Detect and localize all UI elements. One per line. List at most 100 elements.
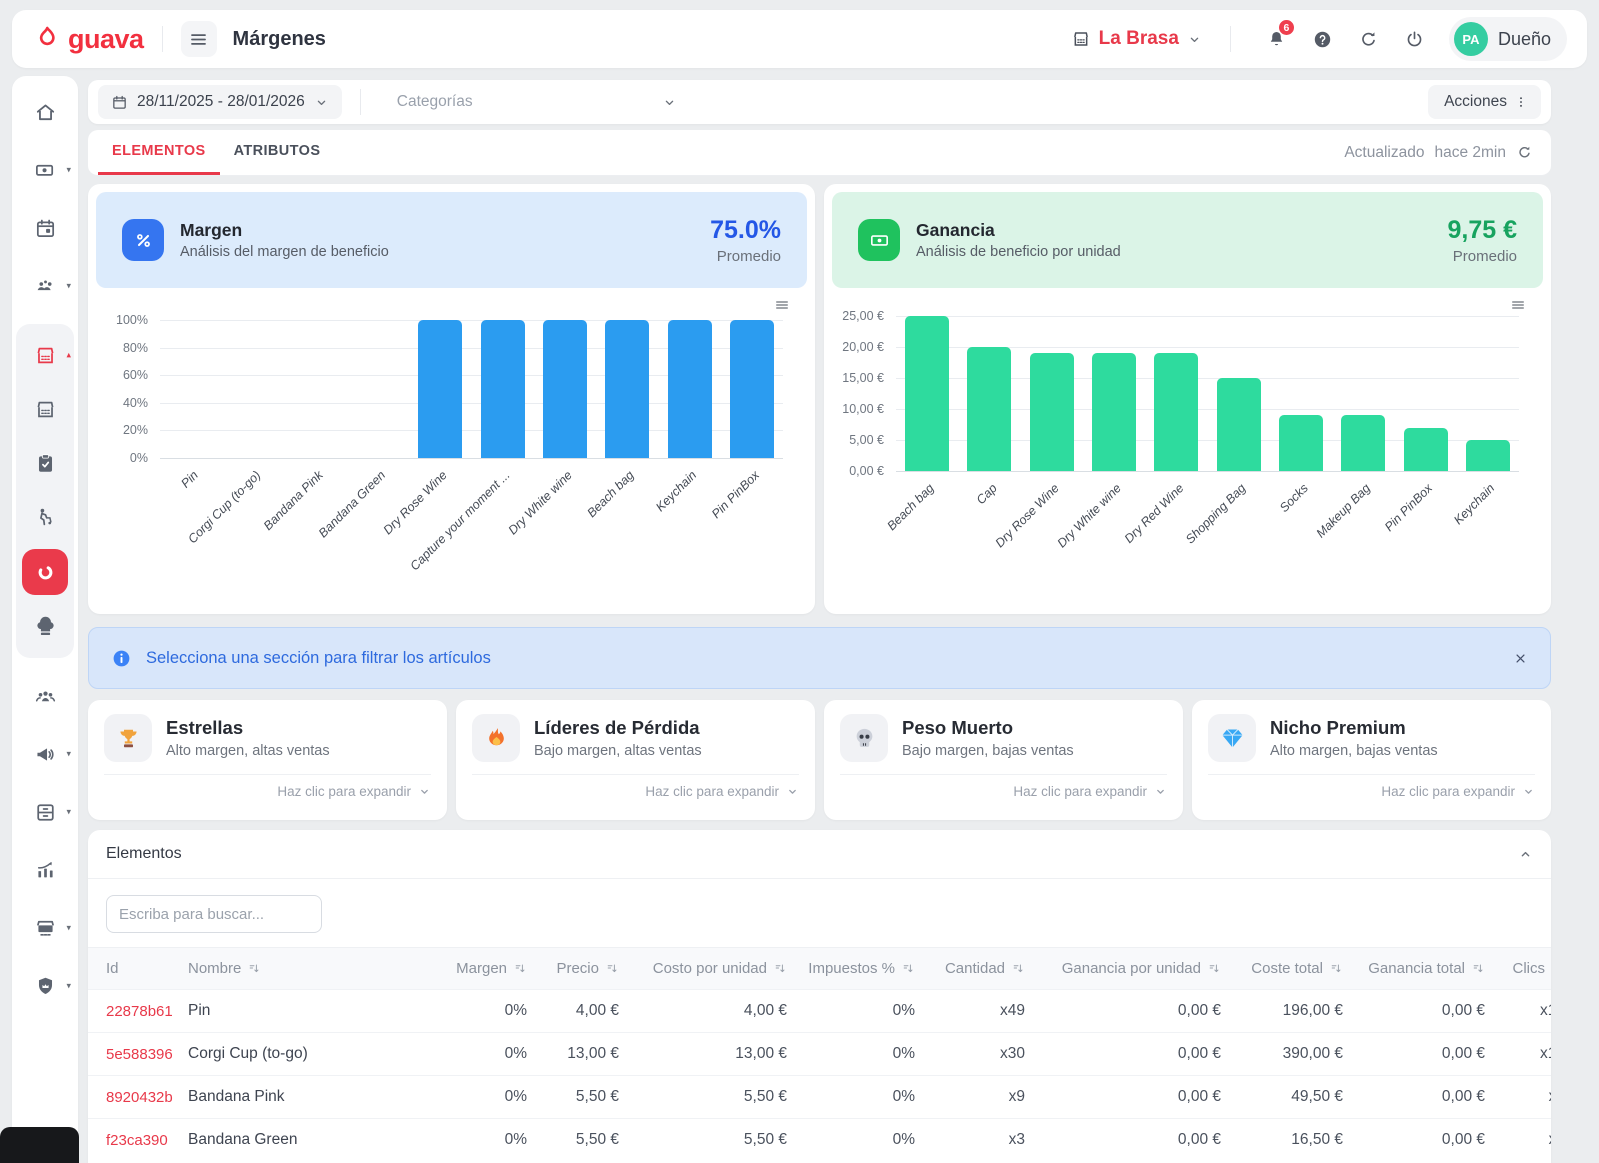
expand-label: Haz clic para expandir (645, 784, 779, 799)
menu-toggle-button[interactable] (181, 21, 217, 57)
table-row[interactable]: f23ca390Bandana Green0%5,50 €5,50 €0%x30… (88, 1119, 1551, 1162)
calendar-icon (34, 217, 57, 240)
sidebar-item-drawer[interactable]: ▾ (22, 790, 68, 834)
bar-pin-pinbox[interactable] (730, 320, 774, 458)
sidebar-item-calendar[interactable] (22, 206, 68, 250)
expand-toggle[interactable]: Haz clic para expandir (840, 774, 1167, 799)
collapse-section-button[interactable] (1518, 847, 1533, 862)
bar-keychain[interactable] (1466, 440, 1510, 471)
item-id-link[interactable]: 5e588396 (88, 1033, 180, 1076)
categories-select[interactable]: Categorías (397, 93, 677, 111)
search-input[interactable] (106, 895, 322, 933)
item-id-link[interactable]: 22878b61 (88, 990, 180, 1033)
column-header-nombre[interactable]: Nombre (180, 948, 435, 990)
quadrant-subtitle: Alto margen, altas ventas (166, 743, 330, 759)
caret-down-icon: ▾ (66, 749, 71, 760)
tab-atributos[interactable]: ATRIBUTOS (220, 130, 335, 175)
column-header-ganancia-total[interactable]: Ganancia total (1351, 948, 1493, 990)
user-menu[interactable]: PA Dueño (1449, 17, 1567, 61)
tab-elementos[interactable]: ELEMENTOS (98, 130, 220, 175)
column-label: Impuestos % (808, 960, 895, 977)
table-cell: x9 (1493, 1119, 1551, 1162)
sidebar-item-chef-hat[interactable] (22, 605, 68, 649)
sidebar-item-analytics[interactable] (22, 848, 68, 892)
column-header-coste-total[interactable]: Coste total (1229, 948, 1351, 990)
bar-beach-bag[interactable] (905, 316, 949, 471)
profit-chart-card: Ganancia Análisis de beneficio por unida… (824, 184, 1551, 614)
column-header-costo-por-unidad[interactable]: Costo por unidad (627, 948, 795, 990)
bar-dry-white-wine[interactable] (543, 320, 587, 458)
column-header-precio[interactable]: Precio (535, 948, 627, 990)
bar-dry-red-wine[interactable] (1154, 353, 1198, 471)
caret-down-icon: ▾ (66, 923, 71, 934)
bar-cap[interactable] (967, 347, 1011, 471)
chart-menu-button[interactable] (1509, 296, 1527, 314)
refresh-icon[interactable] (1516, 144, 1533, 161)
quadrant-top: Estrellas Alto margen, altas ventas (104, 714, 431, 762)
quadrant-subtitle: Bajo margen, bajas ventas (902, 743, 1074, 759)
logout-button[interactable] (1397, 21, 1433, 57)
refresh-button[interactable] (1351, 21, 1387, 57)
bar-socks[interactable] (1279, 415, 1323, 471)
bar-capture-your-moment-[interactable] (481, 320, 525, 458)
bar-pin-pinbox[interactable] (1404, 428, 1448, 471)
sidebar-item-store[interactable]: ▴ (22, 333, 68, 377)
bar-dry-rose-wine[interactable] (1030, 353, 1074, 471)
column-header-clics[interactable]: Clics (1493, 948, 1551, 990)
banner-close-button[interactable] (1513, 651, 1528, 666)
chevron-down-icon (1154, 785, 1167, 798)
sidebar-nav: ▾ ▾ ▴ ▾ ▾ ▾ ▾ (12, 76, 78, 1150)
sidebar-item-megaphone[interactable]: ▾ (22, 732, 68, 776)
sidebar-item-shopper[interactable] (22, 495, 68, 539)
actions-button[interactable]: Acciones (1428, 85, 1541, 119)
sidebar-item-shield[interactable]: ▾ (22, 964, 68, 1008)
bar-makeup-bag[interactable] (1341, 415, 1385, 471)
column-header-impuestos-%[interactable]: Impuestos % (795, 948, 923, 990)
sidebar-item-store[interactable] (22, 387, 68, 431)
bar-dry-rose-wine[interactable] (418, 320, 462, 458)
table-row[interactable]: 22878b61Pin0%4,00 €4,00 €0%x490,00 €196,… (88, 990, 1551, 1033)
table-cell: Bandana Green (180, 1119, 435, 1162)
sidebar-item-community[interactable] (22, 674, 68, 718)
help-button[interactable] (1305, 21, 1341, 57)
table-row[interactable]: 5e588396Corgi Cup (to-go)0%13,00 €13,00 … (88, 1033, 1551, 1076)
bar-shopping-bag[interactable] (1217, 378, 1261, 471)
bar-keychain[interactable] (668, 320, 712, 458)
quadrant-card-peso-muerto[interactable]: Peso Muerto Bajo margen, bajas ventas Ha… (824, 700, 1183, 820)
column-header-cantidad[interactable]: Cantidad (923, 948, 1033, 990)
sidebar-item-team[interactable]: ▾ (22, 264, 68, 308)
expand-toggle[interactable]: Haz clic para expandir (472, 774, 799, 799)
table-cell: 0,00 € (1351, 990, 1493, 1033)
sidebar-item-clipboard-check[interactable] (22, 441, 68, 485)
table-row[interactable]: 8920432bBandana Pink0%5,50 €5,50 €0%x90,… (88, 1076, 1551, 1119)
table-cell: x17 (1493, 990, 1551, 1033)
expand-toggle[interactable]: Haz clic para expandir (1208, 774, 1535, 799)
sidebar-item-pos[interactable]: ▾ (22, 906, 68, 950)
margin-value-label: Promedio (710, 248, 781, 265)
app-logo[interactable]: guava (32, 24, 144, 55)
bar-dry-white-wine[interactable] (1092, 353, 1136, 471)
sidebar-item-margins-donut[interactable] (22, 549, 68, 595)
item-id-link[interactable]: 8920432b (88, 1076, 180, 1119)
column-header-margen[interactable]: Margen (435, 948, 535, 990)
notifications-button[interactable]: 6 (1259, 21, 1295, 57)
divider (360, 89, 361, 115)
store-switcher[interactable]: La Brasa (1071, 28, 1202, 50)
sidebar-item-home[interactable] (22, 90, 68, 134)
profit-chart: 25,00 €20,00 €15,00 €10,00 €5,00 €0,00 € (896, 316, 1519, 471)
table-cell: 0,00 € (1033, 990, 1229, 1033)
quadrant-card-lideres-de-perdida[interactable]: Líderes de Pérdida Bajo margen, altas ve… (456, 700, 815, 820)
bar-beach-bag[interactable] (605, 320, 649, 458)
home-icon (34, 101, 57, 124)
column-header-ganancia-por-unidad[interactable]: Ganancia por unidad (1033, 948, 1229, 990)
item-id-link[interactable]: f23ca390 (88, 1119, 180, 1162)
y-axis-tick-label: 40% (96, 396, 148, 410)
margin-value: 75.0% (710, 216, 781, 245)
quadrant-card-estrellas[interactable]: Estrellas Alto margen, altas ventas Haz … (88, 700, 447, 820)
expand-label: Haz clic para expandir (277, 784, 411, 799)
sidebar-item-payments[interactable]: ▾ (22, 148, 68, 192)
chart-menu-button[interactable] (773, 296, 791, 314)
quadrant-card-nicho-premium[interactable]: Nicho Premium Alto margen, bajas ventas … (1192, 700, 1551, 820)
date-range-picker[interactable]: 28/11/2025 - 28/01/2026 (98, 85, 342, 119)
expand-toggle[interactable]: Haz clic para expandir (104, 774, 431, 799)
